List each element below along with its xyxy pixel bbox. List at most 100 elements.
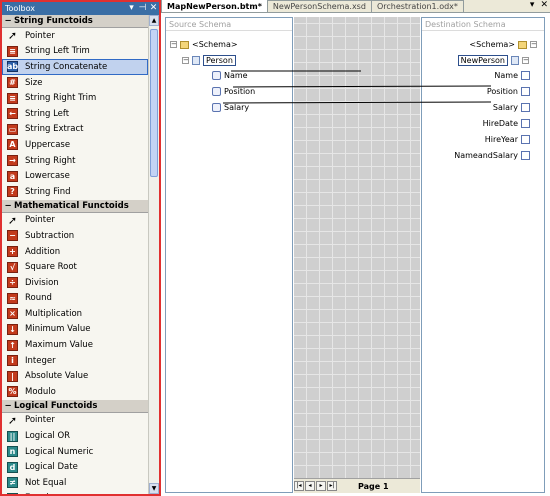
toolbox-title: Toolbox <box>5 4 35 13</box>
category-header[interactable]: − Mathematical Functoids <box>2 199 148 213</box>
subtraction-icon: − <box>7 230 18 242</box>
toolbox-item[interactable]: + Addition <box>2 244 148 260</box>
toolbox-item[interactable]: a Lowercase <box>2 168 148 184</box>
toolbox-item[interactable]: − Subtraction <box>2 228 148 244</box>
toolbox-item-label: Division <box>25 277 59 288</box>
toolbox-item[interactable]: n Logical Numeric <box>2 444 148 460</box>
category-header[interactable]: − String Functoids <box>2 15 148 28</box>
first-page-icon[interactable]: |◂ <box>294 481 304 491</box>
toolbox-item-label: Equal <box>25 493 49 494</box>
toolbox-item[interactable]: ÷ Division <box>2 275 148 291</box>
collapse-icon[interactable]: − <box>182 57 189 64</box>
destination-record-newperson[interactable]: NewPerson − <box>457 55 532 66</box>
close-icon[interactable]: ✕ <box>148 3 159 14</box>
field-icon <box>212 103 221 112</box>
size-icon: # <box>7 77 18 89</box>
tab-orchestration[interactable]: Orchestration1.odx* <box>370 0 464 12</box>
field-icon <box>521 151 530 160</box>
destination-field[interactable]: NameandSalary <box>454 151 533 160</box>
tab-map-new-person[interactable]: MapNewPerson.btm* <box>161 0 268 12</box>
toolbox-title-bar: Toolbox ▾ ⊣ ✕ <box>2 2 159 15</box>
toolbox-item-label: Pointer <box>25 415 55 426</box>
destination-field[interactable]: Position <box>487 87 533 96</box>
toolbox-item[interactable]: ➚ Pointer <box>2 28 148 44</box>
category-header[interactable]: − Logical Functoids <box>2 399 148 413</box>
toolbox-item[interactable]: ≠ Not Equal <box>2 475 148 491</box>
source-root-node[interactable]: − <Schema> <box>170 40 238 49</box>
prev-page-icon[interactable]: ◂ <box>305 481 315 491</box>
scrollbar-thumb[interactable] <box>150 29 158 177</box>
scroll-down-icon[interactable]: ▼ <box>149 483 159 494</box>
toolbox-item[interactable]: → String Right <box>2 153 148 169</box>
toolbox-item[interactable]: ? String Find <box>2 184 148 200</box>
collapse-icon[interactable]: − <box>2 401 14 411</box>
page-tab[interactable]: Page 1 <box>358 482 389 491</box>
toolbox-item[interactable]: ≡ String Right Trim <box>2 90 148 106</box>
toolbox-item[interactable]: × Multiplication <box>2 306 148 322</box>
field-icon <box>212 87 221 96</box>
toolbox-item[interactable]: || Logical OR <box>2 428 148 444</box>
toolbox-item[interactable]: ≡ String Left Trim <box>2 44 148 60</box>
toolbox-item[interactable]: ab String Concatenate <box>2 59 148 75</box>
logical-or-icon: || <box>7 430 18 442</box>
field-label: Salary <box>492 103 518 112</box>
next-page-icon[interactable]: ▸ <box>316 481 326 491</box>
toolbox-item[interactable]: √ Square Root <box>2 259 148 275</box>
source-record-person[interactable]: − Person <box>182 55 236 66</box>
toolbox-item-label: String Extract <box>25 124 84 135</box>
toolbox-item-label: String Right Trim <box>25 93 97 104</box>
destination-root-node[interactable]: <Schema> − <box>469 40 540 49</box>
string-left-trim-icon: ≡ <box>7 45 18 57</box>
collapse-icon[interactable]: − <box>522 57 529 64</box>
collapse-icon[interactable]: − <box>170 41 177 48</box>
toolbox-item[interactable]: i Integer <box>2 353 148 369</box>
toolbox-item[interactable]: ← String Left <box>2 106 148 122</box>
source-field-position[interactable]: Position <box>212 87 255 96</box>
round-icon: ≈ <box>7 292 18 304</box>
field-label: HireYear <box>484 135 518 144</box>
collapse-icon[interactable]: − <box>2 201 14 211</box>
toolbox-item-label: Modulo <box>25 386 56 397</box>
toolbox-item-label: Logical Date <box>25 462 78 473</box>
toolbox-item[interactable]: ➚ Pointer <box>2 413 148 429</box>
toolbox-item[interactable]: ≈ Round <box>2 291 148 307</box>
toolbox-item[interactable]: = Equal <box>2 491 148 494</box>
collapse-icon[interactable]: − <box>2 16 14 26</box>
tab-dropdown-icon[interactable]: ▾ <box>530 0 535 10</box>
field-icon <box>521 119 530 128</box>
toolbox-item[interactable]: | Absolute Value <box>2 368 148 384</box>
destination-field[interactable]: Salary <box>493 103 533 112</box>
dropdown-icon[interactable]: ▾ <box>126 3 137 14</box>
toolbox-scrollbar[interactable]: ▲ ▼ <box>148 15 159 494</box>
collapse-icon[interactable]: − <box>530 41 537 48</box>
tab-label: NewPersonSchema.xsd <box>272 2 366 11</box>
pointer-icon: ➚ <box>7 213 18 227</box>
toolbox-item-label: String Left Trim <box>25 46 90 57</box>
source-field-name[interactable]: Name <box>212 71 248 80</box>
toolbox-item[interactable]: d Logical Date <box>2 459 148 475</box>
pin-icon[interactable]: ⊣ <box>137 3 148 14</box>
toolbox-item[interactable]: A Uppercase <box>2 137 148 153</box>
source-field-salary[interactable]: Salary <box>212 103 249 112</box>
source-schema-pane: Source Schema − <Schema> − Person Name Pos… <box>165 17 293 493</box>
toolbox-item[interactable]: # Size <box>2 75 148 91</box>
field-label: Salary <box>224 103 250 112</box>
tab-new-person-schema[interactable]: NewPersonSchema.xsd <box>266 0 372 12</box>
toolbox-item[interactable]: ↑ Maximum Value <box>2 337 148 353</box>
category-label: String Functoids <box>14 16 93 26</box>
record-icon <box>192 56 200 65</box>
destination-field[interactable]: HireYear <box>485 135 533 144</box>
last-page-icon[interactable]: ▸| <box>327 481 337 491</box>
mapping-grid[interactable] <box>294 17 420 478</box>
close-tab-icon[interactable]: ✕ <box>540 0 548 10</box>
destination-field[interactable]: Name <box>494 71 533 80</box>
toolbox-item[interactable]: % Modulo <box>2 384 148 400</box>
folder-icon <box>180 40 189 49</box>
toolbox-item[interactable]: ➚ Pointer <box>2 213 148 229</box>
string-extract-icon: ▭ <box>7 123 18 135</box>
toolbox-item[interactable]: ↓ Minimum Value <box>2 322 148 338</box>
destination-field[interactable]: HireDate <box>483 119 533 128</box>
toolbox-item-label: Addition <box>25 246 61 257</box>
scroll-up-icon[interactable]: ▲ <box>149 15 159 26</box>
toolbox-item[interactable]: ▭ String Extract <box>2 122 148 138</box>
